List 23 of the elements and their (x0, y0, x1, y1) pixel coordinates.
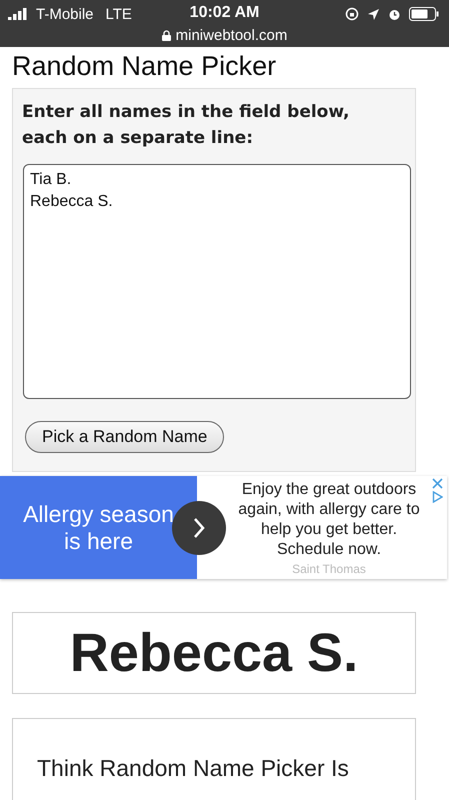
ad-advertiser: Saint Thomas (292, 562, 366, 576)
rotation-lock-icon (345, 7, 359, 21)
network-type: LTE (106, 6, 132, 22)
ad-text: Enjoy the great outdoors again, with allergy care to help you get better. Schedule now. (237, 480, 421, 560)
carrier-name: T-Mobile (36, 6, 94, 22)
alarm-icon (388, 8, 401, 20)
close-icon[interactable] (432, 478, 443, 489)
ad-banner[interactable]: Allergy season is here Enjoy the great outdoors again, with allergy care to help you get better. Schedule now. Saint Thomas (0, 476, 447, 579)
ad-headline: Allergy season is here (22, 500, 175, 554)
picked-name: Rebecca S. (12, 612, 416, 694)
ad-info-icon[interactable] (432, 491, 443, 503)
promo-text: Think Random Name Picker Is (37, 754, 350, 783)
location-icon (367, 8, 380, 20)
names-instruction: Enter all names in the field below, each on a separate line: (22, 101, 350, 150)
page-title: Random Name Picker (12, 51, 278, 82)
clock: 10:02 AM (188, 4, 260, 22)
ad-next-button[interactable] (172, 501, 226, 555)
lock-icon (162, 30, 171, 41)
battery-icon (409, 7, 439, 21)
page-url[interactable]: miniwebtool.com (176, 27, 288, 44)
names-field[interactable]: Tia B. Rebecca S. (23, 164, 411, 399)
chevron-right-icon (191, 516, 207, 540)
pick-name-button[interactable]: Pick a Random Name (25, 421, 224, 453)
